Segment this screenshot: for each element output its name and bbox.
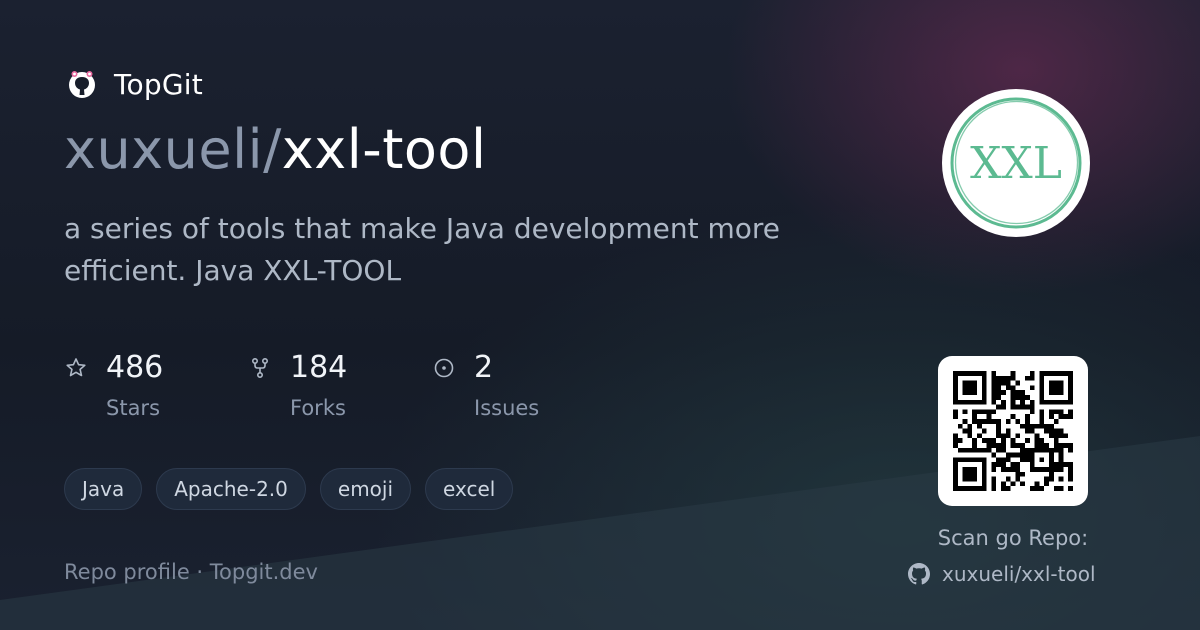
qr-card[interactable] [938, 356, 1088, 506]
issue-icon [434, 358, 454, 378]
scan-label: Scan go Repo: [937, 526, 1089, 550]
stat-issues-value: 2 [474, 350, 494, 385]
stat-stars-value: 486 [106, 350, 164, 385]
repo-name: xxl-tool [281, 118, 487, 181]
logo-text: XXL [970, 138, 1062, 189]
scan-repo-link[interactable]: xuxueli/xxl-tool [908, 562, 1096, 586]
brand-name: TopGit [114, 67, 203, 101]
tag-license[interactable]: Apache-2.0 [156, 468, 306, 510]
footer-text[interactable]: Repo profile · Topgit.dev [64, 560, 318, 584]
brand[interactable]: TopGit [66, 66, 203, 102]
repo-logo: XXL [942, 89, 1090, 237]
repo-separator: / [263, 118, 282, 181]
tag-emoji[interactable]: emoji [319, 468, 412, 510]
tag-excel[interactable]: excel [425, 468, 514, 510]
fork-icon [252, 357, 269, 378]
stat-forks-label: Forks [290, 396, 346, 420]
scan-repo-name: xuxueli/xxl-tool [942, 562, 1096, 586]
repo-description: a series of tools that make Java develop… [64, 212, 780, 287]
repo-owner: xuxueli [64, 118, 264, 181]
topic-tags: Java Apache-2.0 emoji excel [64, 468, 527, 510]
github-icon [908, 563, 930, 585]
stat-stars-label: Stars [106, 396, 161, 420]
stat-issues-label: Issues [474, 396, 540, 420]
tag-java[interactable]: Java [64, 468, 143, 510]
github-octocat-icon [69, 71, 95, 98]
star-icon [66, 358, 86, 377]
qr-code [953, 371, 1073, 491]
stat-forks-value: 184 [290, 350, 348, 385]
repo-title[interactable]: xuxueli/xxl-tool [64, 116, 486, 184]
